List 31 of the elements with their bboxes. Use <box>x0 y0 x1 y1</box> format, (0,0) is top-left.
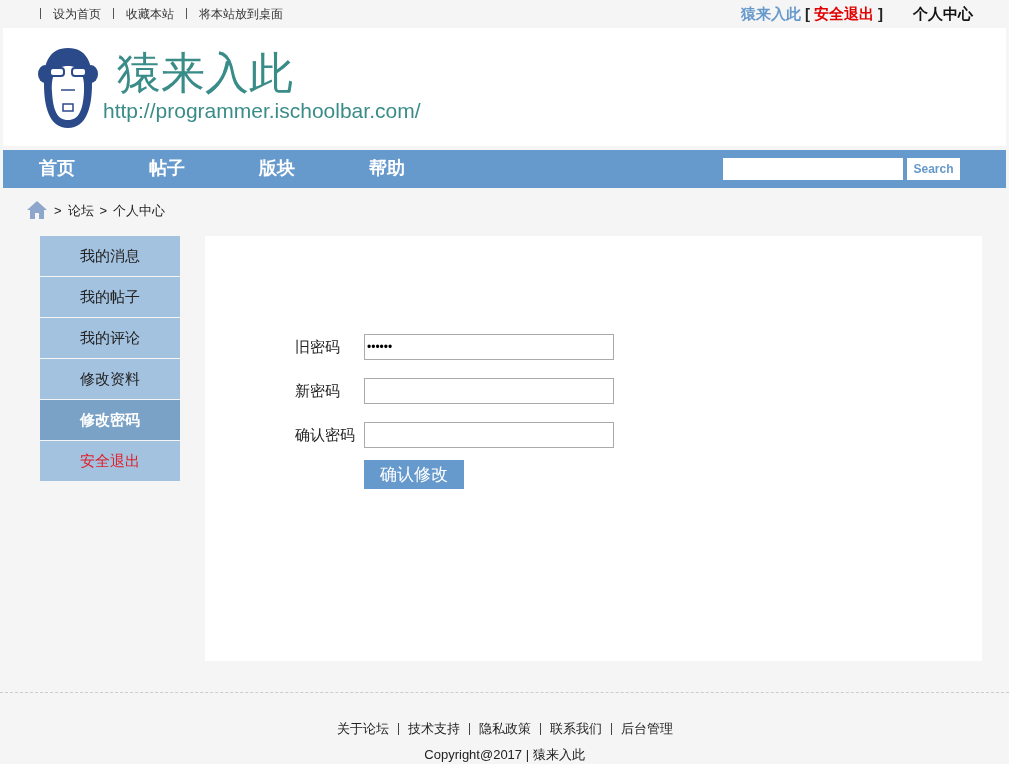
footer-link[interactable]: 后台管理 <box>620 719 673 739</box>
site-url: http://programmer.ischoolbar.com/ <box>103 98 421 123</box>
field-label: 旧密码 <box>295 336 341 357</box>
home-icon[interactable] <box>26 200 48 221</box>
bracket-text: [ <box>805 3 810 24</box>
sidebar-item[interactable]: 我的帖子 <box>40 277 180 317</box>
breadcrumb-item[interactable]: 论坛 <box>67 200 94 221</box>
search-field[interactable] <box>723 157 903 180</box>
field-label: 确认密码 <box>295 424 356 445</box>
copyright-text: Copyright@2017 | 猿来入此 <box>424 745 585 764</box>
footer-link[interactable]: 隐私政策 <box>478 719 531 739</box>
sidebar-item[interactable]: 修改资料 <box>40 359 180 399</box>
password-field[interactable] <box>364 422 614 448</box>
password-field[interactable] <box>364 378 614 404</box>
sidebar-item[interactable]: 我的评论 <box>40 318 180 358</box>
site-title: 猿来入此 <box>117 46 294 99</box>
breadcrumb-separator: > <box>99 201 108 220</box>
sidebar-item[interactable]: 我的消息 <box>40 236 180 276</box>
personal-center-link[interactable]: 个人中心 <box>913 2 973 26</box>
top-link[interactable]: 将本站放到桌面 <box>199 4 283 23</box>
password-field[interactable]: •••••• <box>364 334 614 360</box>
top-link[interactable]: 设为首页 <box>53 4 101 23</box>
bracket-text: ] <box>878 3 883 24</box>
breadcrumb-separator: > <box>54 201 62 220</box>
top-link[interactable]: 收藏本站 <box>126 4 174 23</box>
footer-link[interactable]: 联系我们 <box>549 719 602 739</box>
footer-link[interactable]: 技术支持 <box>407 719 460 739</box>
breadcrumb-item[interactable]: 个人中心 <box>113 200 166 221</box>
field-label: 新密码 <box>295 380 341 401</box>
logout-link[interactable]: 安全退出 <box>814 2 874 26</box>
footer-link[interactable]: 关于论坛 <box>336 719 389 739</box>
